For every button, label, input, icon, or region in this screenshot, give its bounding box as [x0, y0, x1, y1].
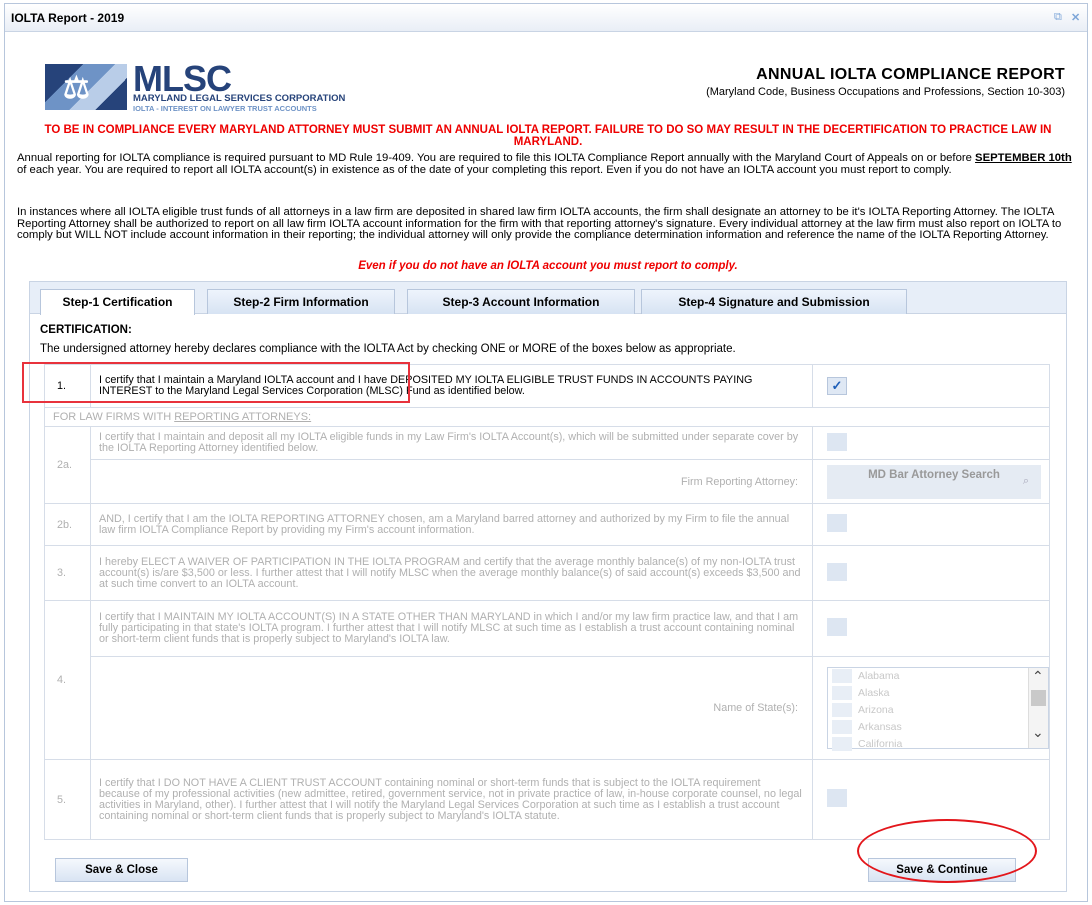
state-option[interactable]: Alaska	[828, 685, 1048, 702]
logo-line2: IOLTA - INTEREST ON LAWYER TRUST ACCOUNT…	[133, 104, 317, 113]
state-checkbox[interactable]	[832, 702, 852, 717]
name-of-states-label: Name of State(s):	[90, 656, 813, 760]
table-row: FOR LAW FIRMS WITH REPORTING ATTORNEYS:	[44, 407, 1050, 427]
state-name: California	[858, 737, 903, 750]
states-listbox[interactable]: Alabama Alaska Arizona Arkansas Californ…	[827, 666, 1049, 751]
tab-step2-firm-information[interactable]: Step-2 Firm Information	[207, 289, 395, 314]
option2a-checkbox[interactable]	[827, 432, 847, 451]
restore-icon[interactable]: ⧉	[1054, 11, 1062, 24]
table-row: 4. I certify that I MAINTAIN MY IOLTA AC…	[44, 600, 1050, 760]
window-title: IOLTA Report - 2019	[11, 11, 125, 25]
chevron-down-icon[interactable]: ⌄	[1032, 724, 1044, 741]
close-icon[interactable]: ✕	[1071, 11, 1080, 24]
option2b-cell	[812, 503, 1050, 546]
option4-cell	[812, 600, 1050, 657]
compliance-warning: TO BE IN COMPLIANCE EVERY MARYLAND ATTOR…	[44, 124, 1052, 148]
row-number: 4.	[44, 600, 91, 760]
table-row: 2a. I certify that I maintain and deposi…	[44, 426, 1050, 504]
state-checkbox[interactable]	[832, 719, 852, 734]
states-cell: Alabama Alaska Arizona Arkansas Californ…	[812, 656, 1050, 760]
option1-checkbox[interactable]: ✓	[827, 377, 847, 395]
option3-cell	[812, 545, 1050, 601]
firm-reporting-attorney-label: Firm Reporting Attorney:	[90, 459, 813, 504]
chevron-up-icon[interactable]: ⌃	[1032, 668, 1044, 685]
due-date: SEPTEMBER 10th	[975, 152, 1072, 164]
option3-checkbox[interactable]	[827, 562, 847, 581]
tab-strip: Step-1 Certification Step-2 Firm Informa…	[30, 282, 1066, 315]
row-number: 2a.	[44, 426, 91, 504]
option2b-checkbox[interactable]	[827, 514, 847, 532]
option2a-text: I certify that I maintain and deposit al…	[90, 426, 813, 460]
scrollbar-thumb[interactable]	[1031, 689, 1046, 706]
tab-step3-account-information[interactable]: Step-3 Account Information	[407, 289, 635, 314]
para1-text-a: Annual reporting for IOLTA compliance is…	[17, 152, 976, 164]
report-heading: ANNUAL IOLTA COMPLIANCE REPORT (Maryland…	[535, 66, 1065, 98]
state-option[interactable]: Alabama	[828, 668, 1048, 685]
certification-description: The undersigned attorney hereby declares…	[40, 343, 736, 355]
state-name: Alabama	[858, 669, 900, 682]
md-bar-attorney-search-button[interactable]: MD Bar Attorney Search ⌕	[827, 464, 1041, 499]
highlight-oval	[857, 819, 1037, 883]
states-scrollbar[interactable]: ⌃ ⌄	[1028, 667, 1048, 748]
state-checkbox[interactable]	[832, 736, 852, 751]
option4-text: I certify that I MAINTAIN MY IOLTA ACCOU…	[90, 600, 813, 657]
checkmark-icon: ✓	[831, 378, 843, 393]
state-option[interactable]: Arkansas	[828, 719, 1048, 736]
highlight-box	[22, 362, 410, 403]
row-number: 2b.	[44, 503, 91, 546]
certification-heading: CERTIFICATION:	[40, 324, 132, 336]
section-law-firms: FOR LAW FIRMS WITH REPORTING ATTORNEYS:	[44, 407, 1050, 427]
page-subtitle: (Maryland Code, Business Occupations and…	[706, 86, 1065, 98]
attorney-search-cell: MD Bar Attorney Search ⌕	[812, 459, 1050, 504]
option5-text: I certify that I DO NOT HAVE A CLIENT TR…	[90, 759, 813, 840]
section-underlined: REPORTING ATTORNEYS:	[174, 411, 312, 423]
page-title: ANNUAL IOLTA COMPLIANCE REPORT	[756, 66, 1065, 83]
reminder-text: Even if you do not have an IOLTA account…	[358, 260, 738, 272]
para1-text-b: of each year. You are required to report…	[17, 163, 952, 176]
state-checkbox[interactable]	[832, 668, 852, 683]
report-window: IOLTA Report - 2019 ⧉ ✕ ⚖ MLSC MARYLAND …	[4, 3, 1088, 902]
title-bar: IOLTA Report - 2019 ⧉ ✕	[5, 4, 1087, 32]
state-name: Arkansas	[858, 720, 902, 733]
tab-step1-certification[interactable]: Step-1 Certification	[40, 289, 195, 315]
option4-checkbox[interactable]	[827, 618, 847, 636]
firm-paragraph: In instances where all IOLTA eligible tr…	[17, 206, 1062, 241]
certification-table: 1. I certify that I maintain a Maryland …	[44, 364, 1050, 840]
logo-mark-icon: ⚖	[45, 64, 127, 110]
state-checkbox[interactable]	[832, 685, 852, 700]
reporting-paragraph: Annual reporting for IOLTA compliance is…	[17, 152, 1079, 176]
tab-step4-signature-submission[interactable]: Step-4 Signature and Submission	[641, 289, 907, 314]
table-row: Name of State(s): Alabama Alaska Arizona…	[45, 656, 1050, 760]
option2b-text: AND, I certify that I am the IOLTA REPOR…	[90, 503, 813, 546]
search-icon: ⌕	[1022, 474, 1029, 487]
state-option[interactable]: California	[828, 736, 1048, 753]
option5-checkbox[interactable]	[827, 789, 847, 807]
table-row: Firm Reporting Attorney: MD Bar Attorney…	[45, 459, 1050, 504]
row-number: 3.	[44, 545, 91, 601]
search-button-label: MD Bar Attorney Search	[868, 468, 1000, 481]
table-row: 2b. AND, I certify that I am the IOLTA R…	[44, 503, 1050, 546]
state-name: Alaska	[858, 686, 890, 699]
table-row: 3. I hereby ELECT A WAIVER OF PARTICIPAT…	[44, 545, 1050, 601]
state-name: Arizona	[858, 703, 894, 716]
state-option[interactable]: Arizona	[828, 702, 1048, 719]
option3-text: I hereby ELECT A WAIVER OF PARTICIPATION…	[90, 545, 813, 601]
option1-cell: ✓	[812, 364, 1050, 408]
save-close-button[interactable]: Save & Close	[55, 858, 188, 882]
mlsc-logo: ⚖ MLSC MARYLAND LEGAL SERVICES CORPORATI…	[45, 58, 355, 114]
row-number: 5.	[44, 759, 91, 840]
logo-line1: MARYLAND LEGAL SERVICES CORPORATION	[133, 93, 346, 104]
section-prefix: FOR LAW FIRMS WITH	[53, 411, 175, 423]
option2a-cell	[812, 426, 1050, 460]
